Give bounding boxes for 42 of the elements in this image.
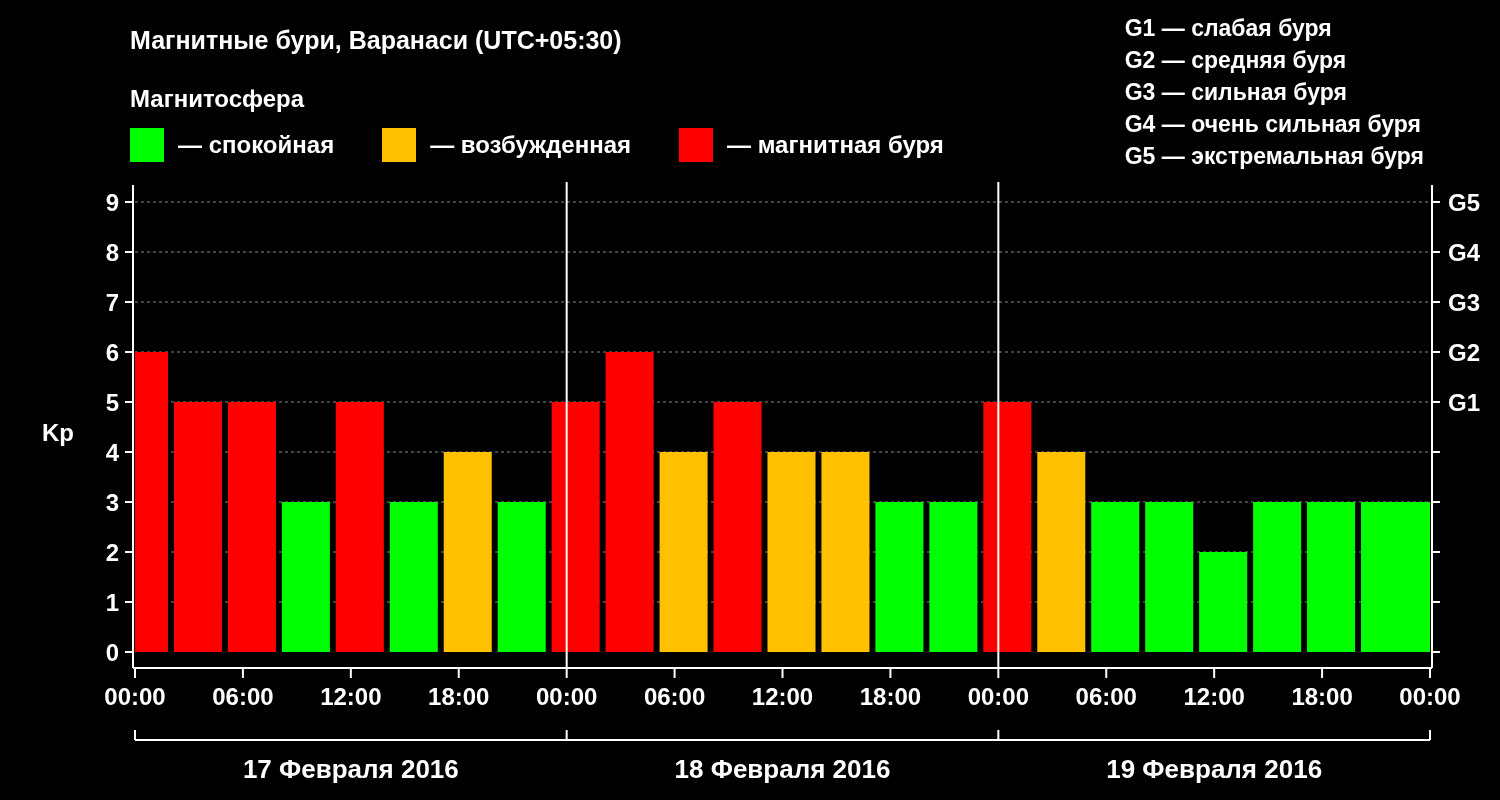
y-tick-label: 5 xyxy=(105,389,119,416)
y-tick-label: 7 xyxy=(105,289,119,316)
x-tick-label: 12:00 xyxy=(1183,683,1245,710)
right-tick-label: G3 xyxy=(1448,289,1480,316)
x-tick-label: 12:00 xyxy=(751,683,814,710)
day-label: 19 Февраля 2016 xyxy=(1106,754,1323,784)
x-tick-label: 06:00 xyxy=(643,683,706,710)
y-tick-label: 4 xyxy=(105,439,119,466)
right-tick-label: G5 xyxy=(1448,189,1480,216)
x-tick-label: 06:00 xyxy=(212,683,274,710)
day-label: 17 Февраля 2016 xyxy=(242,754,459,784)
x-tick-label: 12:00 xyxy=(320,683,382,710)
storm-scale-entry: G4 — очень сильная буря xyxy=(1124,110,1422,139)
x-tick-label: 18:00 xyxy=(859,683,922,710)
right-tick-label: G1 xyxy=(1448,389,1480,416)
storm-scale-entry: G3 — сильная буря xyxy=(1124,78,1348,107)
legend-label: — возбужденная xyxy=(430,131,631,159)
day-label: 18 Февраля 2016 xyxy=(674,754,891,784)
chart-title: Магнитные бури, Варанаси (UTC+05:30) xyxy=(130,25,623,56)
y-tick-label: 2 xyxy=(105,539,119,566)
right-tick-label: G2 xyxy=(1448,339,1480,366)
legend-title: Магнитосфера xyxy=(130,84,306,114)
x-tick-label: 06:00 xyxy=(1075,683,1137,710)
x-tick-label: 18:00 xyxy=(428,683,490,710)
x-tick-label: 00:00 xyxy=(535,683,598,710)
y-tick-label: 8 xyxy=(105,239,119,266)
right-tick-label: G4 xyxy=(1448,239,1480,266)
y-tick-label: 9 xyxy=(105,189,119,216)
storm-scale-entry: G5 — экстремальная буря xyxy=(1124,142,1424,171)
storm-scale-entry: G1 — слабая буря xyxy=(1124,14,1333,43)
y-tick-label: 0 xyxy=(105,639,119,666)
x-tick-label: 00:00 xyxy=(104,683,166,710)
x-tick-label: 18:00 xyxy=(1291,683,1353,710)
y-tick-label: 3 xyxy=(105,489,119,516)
y-axis-label: Kp xyxy=(42,419,74,446)
legend-label: — магнитная буря xyxy=(727,131,944,159)
x-tick-label: 00:00 xyxy=(1399,683,1461,710)
y-tick-label: 6 xyxy=(105,339,119,366)
storm-scale-entry: G2 — средняя буря xyxy=(1124,46,1348,75)
x-tick-label: 00:00 xyxy=(967,683,1030,710)
y-tick-label: 1 xyxy=(105,589,119,616)
legend-label: — спокойная xyxy=(178,131,335,159)
